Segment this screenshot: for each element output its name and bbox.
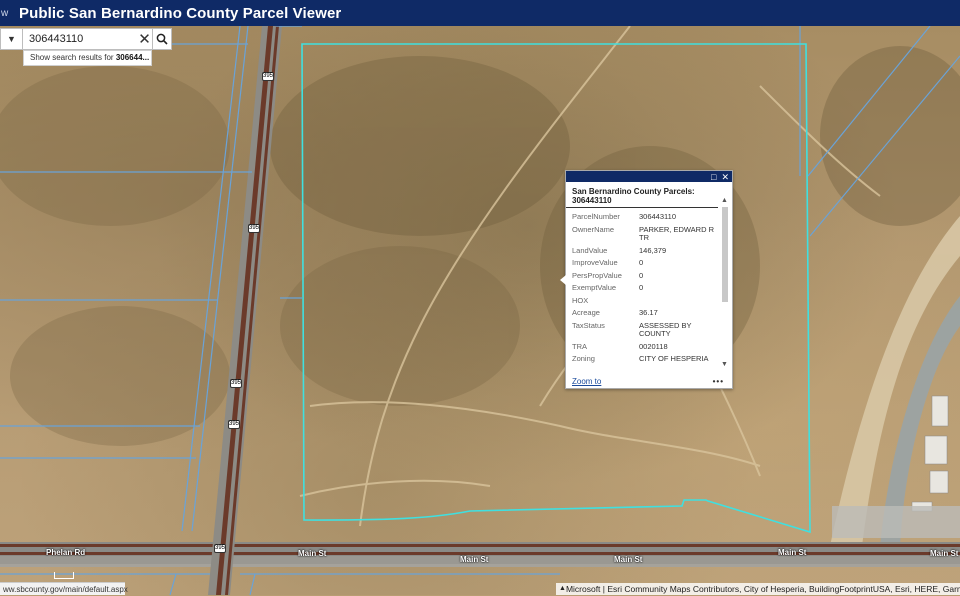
field-value: 0 xyxy=(639,270,644,280)
app-header: w Public San Bernardino County Parcel Vi… xyxy=(0,0,960,26)
more-actions-button[interactable]: ••• xyxy=(713,377,724,386)
route-shield-5: 395 xyxy=(214,544,226,553)
label-phelan-rd: Phelan Rd xyxy=(46,548,86,557)
terrain-shading xyxy=(0,46,960,446)
parcel-popup: □ ✕ San Bernardino County Parcels: 30644… xyxy=(560,170,733,389)
field-value: 0 xyxy=(639,258,644,267)
search-source-dropdown[interactable]: ▼ xyxy=(0,28,23,50)
attribution-text: Microsoft | Esri Community Maps Contribu… xyxy=(565,584,960,594)
label-main-st-2: Main St xyxy=(460,555,489,564)
field-value: ASSESSED BY COUNTY xyxy=(639,320,692,338)
field-name: Acreage xyxy=(572,308,600,317)
field-value: 0 xyxy=(639,283,644,292)
route-shield-1: 395 xyxy=(262,72,274,81)
popup-field-row: PersPropValue 0 xyxy=(572,271,718,284)
parking-lot xyxy=(832,506,960,538)
zoom-to-link[interactable]: Zoom to xyxy=(572,377,601,386)
field-name: LandValue xyxy=(572,245,608,255)
popup-scrollbar[interactable]: ▲ ▼ xyxy=(721,197,729,368)
status-url: ww.sbcounty.gov/main/default.aspx xyxy=(0,582,128,595)
scroll-thumb[interactable] xyxy=(722,207,728,302)
label-main-st-1: Main St xyxy=(298,549,327,558)
close-icon[interactable]: ✕ xyxy=(721,172,729,182)
close-icon[interactable]: ✕ xyxy=(137,30,152,48)
search-button[interactable] xyxy=(152,28,172,50)
field-name: PersPropValue xyxy=(572,270,622,280)
popup-title: San Bernardino County Parcels: 306443110 xyxy=(566,182,718,208)
route-shield-3: 395 xyxy=(230,379,242,388)
popup-titlebar: □ ✕ xyxy=(566,171,732,182)
label-main-st-5: Main St xyxy=(930,549,959,558)
field-value: 306443110 xyxy=(639,212,676,221)
label-main-st-4: Main St xyxy=(778,548,807,557)
route-shield-2: 395 xyxy=(248,224,260,233)
popup-field-row: ImproveValue 0 xyxy=(572,258,718,271)
map-view[interactable]: 395 395 395 395 395 Phelan Rd Main St Ma… xyxy=(0,26,960,595)
label-main-st-3: Main St xyxy=(614,555,643,564)
field-name: TRA xyxy=(572,341,587,351)
field-name: OwnerName xyxy=(572,224,615,234)
field-name: ImproveValue xyxy=(572,258,618,267)
popup-pointer xyxy=(560,275,566,285)
popup-field-row: Acreage 36.17 xyxy=(572,308,718,321)
search-box[interactable]: ✕ xyxy=(23,28,152,50)
map-graphics xyxy=(0,26,960,595)
field-name: TaxStatus xyxy=(572,320,605,330)
expand-attribution-icon[interactable]: ▲ xyxy=(559,583,566,595)
popup-footer: Zoom to ••• xyxy=(572,377,724,386)
route-shield-4: 395 xyxy=(228,420,240,429)
field-name: Zoning xyxy=(572,354,595,363)
search-widget: ▼ ✕ xyxy=(0,28,172,50)
highway-395 xyxy=(208,26,282,595)
popup-field-row: LandValue 146,379 xyxy=(572,246,718,259)
attribution-bar[interactable]: ▲ Microsoft | Esri Community Maps Contri… xyxy=(556,583,960,595)
maximize-icon[interactable]: □ xyxy=(711,172,716,182)
app-title: Public San Bernardino County Parcel View… xyxy=(19,4,342,22)
scroll-down-icon[interactable]: ▼ xyxy=(721,361,728,368)
search-suggestion[interactable]: Show search results for 306644... xyxy=(23,50,152,66)
scroll-up-icon[interactable]: ▲ xyxy=(721,197,728,204)
field-name: ParcelNumber xyxy=(572,212,620,221)
field-value: PARKER, EDWARD R TR xyxy=(639,224,715,242)
field-name: HOX xyxy=(572,295,589,305)
popup-field-row: TaxStatus ASSESSED BY COUNTY xyxy=(572,321,718,342)
field-value: 36.17 xyxy=(639,308,658,317)
popup-field-row: HOX xyxy=(572,296,718,309)
popup-attribute-table: ParcelNumber 306443110 OwnerName PARKER, ED… xyxy=(572,212,718,367)
popup-field-row: OwnerName PARKER, EDWARD R TR xyxy=(572,225,718,246)
suggestion-term: 306644... xyxy=(115,53,150,62)
field-value: 146,379 xyxy=(639,245,667,255)
field-name: ExemptValue xyxy=(572,283,617,292)
suggestion-prefix: Show search results for xyxy=(30,53,114,62)
menu-glyph[interactable]: w xyxy=(0,8,16,19)
search-icon xyxy=(156,33,168,45)
search-input[interactable] xyxy=(29,33,137,45)
field-value: 0020118 xyxy=(639,341,668,351)
field-value: CITY OF HESPERIA xyxy=(639,354,709,363)
caret-down-icon: ▼ xyxy=(7,34,16,44)
field-value xyxy=(639,296,718,309)
popup-field-row: ParcelNumber 306443110 xyxy=(572,212,718,225)
scale-bar xyxy=(54,572,74,579)
popup-field-row: TRA 0020118 xyxy=(572,342,718,355)
wash xyxy=(830,216,960,546)
popup-field-row: Zoning CITY OF HESPERIA xyxy=(572,354,718,367)
popup-field-row: ExemptValue 0 xyxy=(572,283,718,296)
